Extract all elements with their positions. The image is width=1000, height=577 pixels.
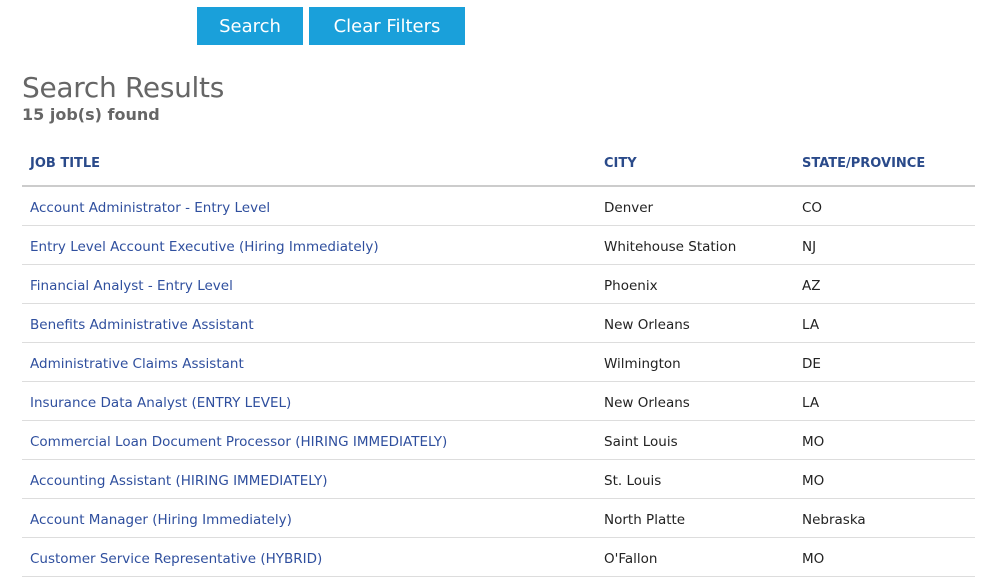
state-cell: Nebraska bbox=[802, 512, 866, 528]
clear-filters-button[interactable]: Clear Filters bbox=[309, 7, 465, 45]
state-cell: NJ bbox=[802, 239, 817, 255]
job-title-link[interactable]: Insurance Data Analyst (ENTRY LEVEL) bbox=[30, 395, 291, 411]
city-cell: North Platte bbox=[604, 512, 686, 528]
header-state[interactable]: STATE/PROVINCE bbox=[802, 156, 925, 171]
table-row: Administrative Claims Assistant Wilmingto… bbox=[22, 343, 975, 382]
city-cell: Saint Louis bbox=[604, 434, 678, 450]
city-cell: Whitehouse Station bbox=[604, 239, 737, 255]
results-table: JOB TITLE CITY STATE/PROVINCE Account Ad… bbox=[22, 144, 975, 577]
city-cell: St. Louis bbox=[604, 473, 662, 489]
table-row: Commercial Loan Document Processor (HIRI… bbox=[22, 421, 975, 460]
table-row: Financial Analyst - Entry Level Phoenix AZ bbox=[22, 265, 975, 304]
table-row: Entry Level Account Executive (Hiring Im… bbox=[22, 226, 975, 265]
table-header: JOB TITLE CITY STATE/PROVINCE bbox=[22, 144, 975, 187]
job-title-link[interactable]: Accounting Assistant (HIRING IMMEDIATELY… bbox=[30, 473, 327, 489]
job-title-link[interactable]: Account Administrator - Entry Level bbox=[30, 200, 270, 216]
search-button[interactable]: Search bbox=[197, 7, 303, 45]
state-cell: MO bbox=[802, 551, 825, 567]
job-title-link[interactable]: Financial Analyst - Entry Level bbox=[30, 278, 233, 294]
results-count: 15 job(s) found bbox=[22, 105, 160, 124]
header-city[interactable]: CITY bbox=[604, 156, 637, 171]
header-job-title[interactable]: JOB TITLE bbox=[30, 156, 100, 171]
state-cell: LA bbox=[802, 395, 820, 411]
job-title-link[interactable]: Commercial Loan Document Processor (HIRI… bbox=[30, 434, 447, 450]
job-title-link[interactable]: Benefits Administrative Assistant bbox=[30, 317, 254, 333]
page-title: Search Results bbox=[22, 71, 224, 104]
table-row: Benefits Administrative Assistant New Orl… bbox=[22, 304, 975, 343]
state-cell: DE bbox=[802, 356, 821, 372]
table-row: Account Administrator - Entry Level Denve… bbox=[22, 187, 975, 226]
table-row: Insurance Data Analyst (ENTRY LEVEL) New … bbox=[22, 382, 975, 421]
table-row: Customer Service Representative (HYBRID)… bbox=[22, 538, 975, 577]
city-cell: Denver bbox=[604, 200, 654, 216]
state-cell: CO bbox=[802, 200, 823, 216]
state-cell: MO bbox=[802, 434, 825, 450]
job-title-link[interactable]: Entry Level Account Executive (Hiring Im… bbox=[30, 239, 379, 255]
city-cell: Wilmington bbox=[604, 356, 681, 372]
state-cell: MO bbox=[802, 473, 825, 489]
city-cell: O'Fallon bbox=[604, 551, 658, 567]
state-cell: LA bbox=[802, 317, 820, 333]
table-row: Accounting Assistant (HIRING IMMEDIATELY… bbox=[22, 460, 975, 499]
city-cell: Phoenix bbox=[604, 278, 658, 294]
state-cell: AZ bbox=[802, 278, 821, 294]
city-cell: New Orleans bbox=[604, 395, 690, 411]
job-title-link[interactable]: Customer Service Representative (HYBRID) bbox=[30, 551, 322, 567]
table-body: Account Administrator - Entry Level Denve… bbox=[22, 187, 975, 577]
job-title-link[interactable]: Administrative Claims Assistant bbox=[30, 356, 244, 372]
city-cell: New Orleans bbox=[604, 317, 690, 333]
job-title-link[interactable]: Account Manager (Hiring Immediately) bbox=[30, 512, 292, 528]
table-row: Account Manager (Hiring Immediately) Nort… bbox=[22, 499, 975, 538]
